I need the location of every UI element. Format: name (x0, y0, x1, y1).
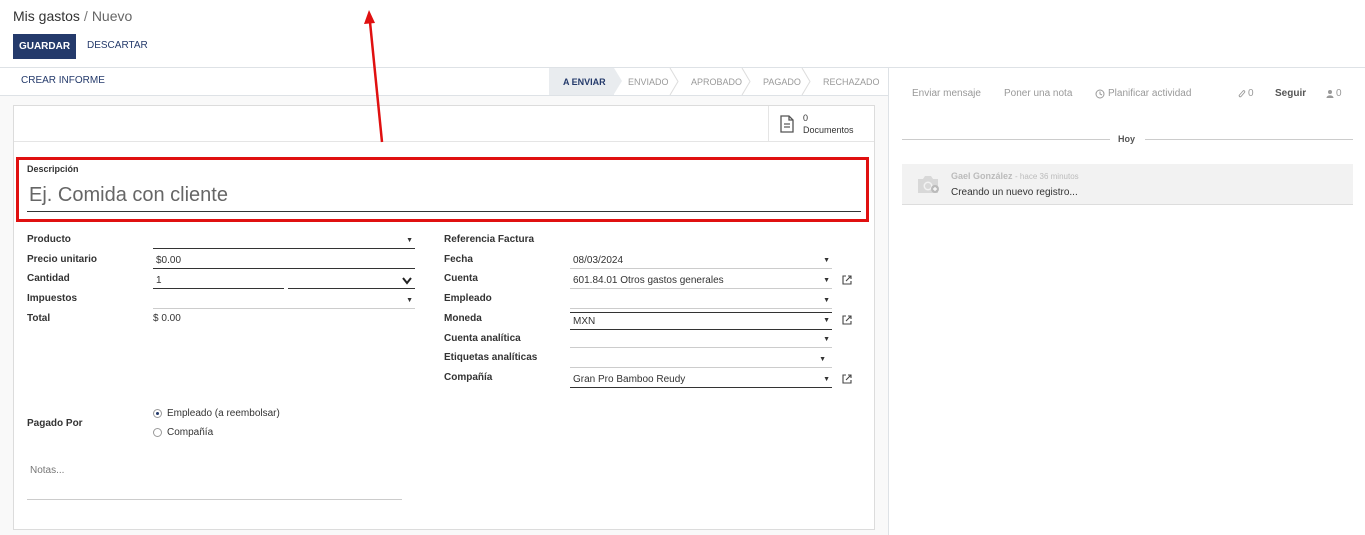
impuestos-field[interactable]: ▼ (153, 293, 415, 309)
radio-compania-label: Compañía (167, 427, 214, 438)
dropdown-caret-icon: ▼ (823, 317, 830, 324)
precio-label: Precio unitario (27, 254, 98, 265)
breadcrumb-current: Nuevo (91, 8, 133, 24)
external-link-icon[interactable] (842, 374, 852, 384)
dropdown-caret-icon: ▼ (819, 356, 826, 363)
annotation-arrow-icon (364, 10, 384, 143)
schedule-activity-label: Planificar actividad (1108, 88, 1192, 99)
document-icon (780, 114, 794, 133)
breadcrumb: Mis gastos / Nuevo (13, 8, 132, 24)
cantidad-value: 1 (156, 275, 162, 286)
cuenta-value: 601.84.01 Otros gastos generales (573, 275, 724, 286)
status-bar: CREAR INFORME A ENVIAR ENVIADO APROBADO … (0, 68, 888, 96)
chevron-down-icon (402, 277, 412, 285)
cuenta-field[interactable]: 601.84.01 Otros gastos generales ▼ (570, 273, 832, 289)
radio-unselected-icon (153, 428, 162, 437)
cuenta-label: Cuenta (444, 273, 478, 284)
radio-compania[interactable]: Compañía (153, 427, 213, 438)
compania-value: Gran Pro Bamboo Reudy (573, 374, 686, 385)
attachments-button[interactable]: 0 (1238, 88, 1254, 99)
pagado-por-label: Pagado Por (27, 418, 83, 429)
sheet-header-divider (14, 141, 874, 142)
external-link-icon[interactable] (842, 315, 852, 325)
empleado-field[interactable]: ▼ (570, 293, 832, 309)
highlight-box (16, 157, 869, 222)
stage-arrow (614, 68, 622, 94)
discard-button[interactable]: DESCARTAR (87, 40, 148, 51)
message-body: Creando un nuevo registro... (951, 187, 1078, 198)
radio-empleado-label: Empleado (a reembolsar) (167, 408, 280, 419)
dropdown-caret-icon: ▼ (406, 297, 413, 304)
user-icon (1326, 89, 1334, 98)
producto-label: Producto (27, 234, 71, 245)
impuestos-label: Impuestos (27, 293, 78, 304)
radio-selected-icon (153, 409, 162, 418)
dropdown-caret-icon: ▼ (406, 237, 413, 244)
compania-field[interactable]: Gran Pro Bamboo Reudy ▼ (570, 372, 832, 388)
precio-value: $0.00 (156, 255, 182, 266)
fecha-input[interactable]: 08/03/2024 ▼ (570, 253, 832, 269)
unidad-select[interactable] (288, 273, 415, 289)
radio-empleado[interactable]: Empleado (a reembolsar) (153, 408, 280, 419)
moneda-field[interactable]: MXN ▼ (570, 312, 832, 330)
schedule-activity-button[interactable]: Planificar actividad (1095, 88, 1191, 99)
chatter-divider (888, 68, 889, 535)
cuenta-analitica-label: Cuenta analítica (444, 333, 521, 344)
moneda-label: Moneda (444, 313, 482, 324)
cuenta-analitica-field[interactable]: ▼ (570, 332, 832, 348)
send-message-button[interactable]: Enviar mensaje (912, 88, 981, 99)
date-divider-left (902, 139, 1110, 140)
documents-label: Documentos (803, 124, 854, 135)
moneda-value: MXN (573, 315, 596, 327)
documents-count: 0 (803, 112, 809, 123)
log-note-button[interactable]: Poner una nota (1004, 88, 1072, 99)
total-label: Total (27, 313, 51, 324)
stage-chevrons (669, 68, 811, 95)
dropdown-caret-icon: ▼ (823, 257, 830, 264)
message-author[interactable]: Gael González (951, 171, 1013, 181)
documents-button[interactable]: 0 Documentos (768, 106, 874, 141)
external-link-icon[interactable] (842, 275, 852, 285)
empleado-label: Empleado (444, 293, 492, 304)
followers-count: 0 (1336, 88, 1342, 99)
referencia-label: Referencia Factura (444, 234, 535, 245)
message-header: Gael González - hace 36 minutos (951, 171, 1079, 181)
chatter-message: Gael González - hace 36 minutos Creando … (902, 164, 1353, 205)
notes-placeholder: Notas... (30, 465, 65, 476)
stage-label: A ENVIAR (563, 76, 606, 87)
followers-button[interactable]: 0 (1326, 88, 1342, 99)
etiquetas-field[interactable]: ▼ (570, 352, 832, 368)
follow-button[interactable]: Seguir (1275, 88, 1306, 99)
dropdown-caret-icon: ▼ (823, 277, 830, 284)
compania-label: Compañía (444, 372, 493, 383)
create-report-button[interactable]: CREAR INFORME (21, 75, 105, 86)
cantidad-input[interactable]: 1 (153, 273, 284, 289)
paperclip-icon (1238, 89, 1246, 97)
breadcrumb-separator: / (83, 8, 88, 24)
fecha-label: Fecha (444, 254, 473, 265)
dropdown-caret-icon: ▼ (823, 336, 830, 343)
save-button[interactable]: GUARDAR (13, 34, 76, 59)
message-time: - hace 36 minutos (1015, 172, 1079, 181)
producto-field[interactable]: ▼ (153, 233, 415, 249)
dropdown-caret-icon: ▼ (823, 376, 830, 383)
clock-icon (1095, 89, 1105, 98)
precio-unitario-input[interactable]: $0.00 (153, 253, 415, 269)
date-divider-right (1145, 139, 1353, 140)
stage-a-enviar[interactable]: A ENVIAR (549, 68, 622, 95)
breadcrumb-parent[interactable]: Mis gastos (13, 8, 80, 24)
dropdown-caret-icon: ▼ (823, 297, 830, 304)
date-separator: Hoy (1118, 134, 1136, 144)
etiquetas-label: Etiquetas analíticas (444, 352, 538, 363)
fecha-value: 08/03/2024 (573, 255, 624, 266)
notes-field[interactable]: Notas... (27, 462, 402, 500)
cantidad-label: Cantidad (27, 273, 70, 284)
total-value: $ 0.00 (153, 313, 181, 324)
avatar-camera-icon (918, 176, 939, 193)
attachments-count: 0 (1248, 88, 1254, 99)
